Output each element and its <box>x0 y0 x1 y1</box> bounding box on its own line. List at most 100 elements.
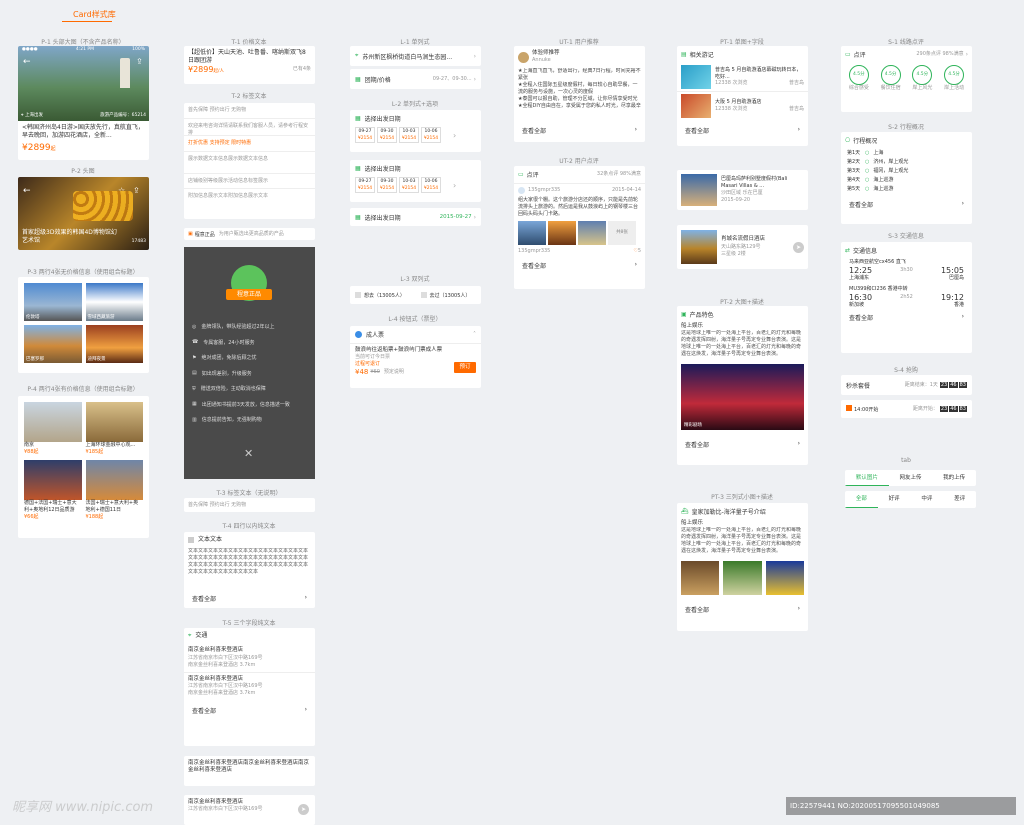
ut1-more[interactable]: 查看全部 › <box>514 120 645 141</box>
pt1b-date: 三星级 2楼 <box>721 250 746 257</box>
t5-more[interactable]: 查看全部 › <box>184 700 315 721</box>
s2-day-num: 第2天 <box>847 159 861 165</box>
share-icon[interactable]: ⇪ <box>136 57 143 66</box>
s2-day-place: 上海 <box>873 150 884 156</box>
l1-location[interactable]: ⌖ 苏州新区枫桥街道白马涧生态园... › <box>350 46 481 66</box>
l2-date-select[interactable]: ▦ 选择出发日期 2015-09-27 › <box>350 208 481 226</box>
l3-want[interactable]: 想去（13005人） <box>350 292 416 299</box>
date-chip[interactable]: 10-06 ¥2154 <box>421 127 441 143</box>
s2-more[interactable]: 查看全部 › <box>841 194 972 215</box>
tab-good[interactable]: 好评 <box>878 491 911 508</box>
card-p2[interactable]: ← ☆ ⇪ 首家超级3D效果的韩国4D博物馆幻艺术馆 17483 <box>18 177 149 250</box>
date-chip[interactable]: 09-27 ¥2154 <box>355 177 375 193</box>
l4-head[interactable]: 成人票 ˄ <box>350 326 481 344</box>
label-tab: tab <box>901 457 911 464</box>
card-t3: 首先保障 预约出行 无购物 <box>184 498 315 512</box>
s4-flash-b[interactable]: 14:00开始 距离开始： 23 46 83 <box>841 400 972 418</box>
pt1-more[interactable]: 查看全部 › <box>677 120 808 141</box>
p4-item[interactable]: 南京 ¥88起 <box>24 402 82 456</box>
t4-more[interactable]: 查看全部 › <box>184 588 315 608</box>
p4-grid: 南京 ¥88起 上海环球金融中心观... ¥185起 德国+法国+瑞士+意大利+奥地… <box>24 402 143 521</box>
p4-item[interactable]: 上海环球金融中心观... ¥185起 <box>85 402 143 456</box>
tab-neutral[interactable]: 中评 <box>911 491 944 508</box>
tab-bad[interactable]: 差评 <box>943 491 976 508</box>
flight-type: 直飞 <box>895 259 906 265</box>
chevron-right-icon[interactable]: › <box>453 131 456 140</box>
t5-item[interactable]: 南京金丝利喜来登酒店 江苏省南京市白下区汉中路169号 南京金丝利喜来登酒店 3… <box>184 673 315 700</box>
more-text: 查看全部 <box>685 607 710 615</box>
s2-days: 第1天 ○ 上海 第2天 ○ 济州，岸上观光 第3天 ○ 福冈，岸上观光 第4天 ○ 海上巡游 … <box>841 149 972 194</box>
t5-item[interactable]: 南京金丝利喜来登酒店 江苏省南京市白下区汉中路169号 南京金丝利喜来登酒店 3… <box>184 644 315 673</box>
back-arrow-icon[interactable]: ← <box>23 186 31 196</box>
book-button[interactable]: 预订 <box>454 362 476 373</box>
t2-row[interactable]: 打折优惠 支持预定 限时特惠 <box>184 136 315 152</box>
card-t6[interactable]: 南京金丝利喜来登酒店南京金丝利喜来登酒店南京金丝利喜来登酒店 <box>184 756 315 786</box>
date-chip[interactable]: 09-27 ¥2154 <box>355 127 375 143</box>
tab-user-upload[interactable]: 网友上传 <box>889 470 933 486</box>
card-p1[interactable]: ●●●● 4:21 PM 100% ← ☆ ⇪ ⌖ 上海出发 旅游产品编号：65… <box>18 46 149 160</box>
pt3-thumb[interactable] <box>723 561 762 596</box>
s2-day: 第3天 ○ 福冈，岸上观光 <box>847 167 966 176</box>
l3-been[interactable]: 去过（13005人） <box>416 292 482 299</box>
pt3-more[interactable]: 查看全部 › <box>677 599 808 620</box>
avatar[interactable] <box>518 51 529 63</box>
p4-item[interactable]: 法国+瑞士+意大利+奥地利+德国11日 ¥188起 <box>85 460 143 521</box>
tab-default[interactable]: 默认图片 <box>845 470 889 486</box>
date-chip[interactable]: 10-06 ¥2154 <box>421 177 441 193</box>
watermark-right: ID:22579441 NO:20200517095501049085 <box>786 797 1016 815</box>
tab-my-upload[interactable]: 我的上传 <box>932 470 976 486</box>
date-chip[interactable]: 10-03 ¥2154 <box>399 127 419 143</box>
ut2-more-photos[interactable]: 共8张 <box>608 221 636 245</box>
date-chip[interactable]: 09-30 ¥2154 <box>377 177 397 193</box>
p4-item[interactable]: 德国+法国+瑞士+意大利+奥地利12日品质游 ¥66起 <box>24 460 82 521</box>
t2-row[interactable]: 附加信息展示文本附加信息展示文本 <box>184 189 315 204</box>
ut2-photo[interactable] <box>548 221 576 245</box>
pt3-thumb[interactable] <box>681 561 720 596</box>
pt1b-item[interactable]: 肖城名流假日酒店 天山路东路129号 三星级 2楼 ➤ <box>677 225 808 269</box>
card-t1[interactable]: 【超低价】天山天池、吐鲁番、喀纳斯双飞8日跟团游 ¥2899起/人 已有4条 <box>184 46 315 84</box>
card-t7[interactable]: 南京金丝利喜来登酒店 江苏省南京市白下区汉中路169号 ➤ <box>184 795 315 825</box>
pt3-thumb[interactable] <box>765 561 804 596</box>
share-icon[interactable]: ⇪ <box>133 186 140 195</box>
p3-image[interactable]: 迪拜夜景 <box>85 325 143 363</box>
ut2-more[interactable]: 查看全部 › <box>514 255 645 276</box>
p3-image[interactable]: 伦敦塔 <box>24 283 82 321</box>
guarantee-bar[interactable]: ▣ 程意正品 为用户甄选出更高品质的产品 <box>184 228 315 240</box>
pt1b-item[interactable]: 巴厘岛玛萨利别墅度假村(Bali Masari Villas & ... 沙田区域… <box>677 170 808 210</box>
date-chip[interactable]: 10-03 ¥2154 <box>399 177 419 193</box>
pt2-image[interactable]: 精彩剧场 <box>681 364 804 431</box>
pt2-more[interactable]: 查看全部 › <box>677 434 808 455</box>
s3-more[interactable]: 查看全部 › <box>841 309 972 328</box>
tab-all[interactable]: 全部 <box>845 491 878 508</box>
t2-row[interactable]: 欢迎来电咨询详情请联系我们客服人员，请参考行程安排 <box>184 119 315 136</box>
p4-name: 南京 <box>24 442 35 448</box>
navigate-icon[interactable]: ➤ <box>793 241 804 253</box>
t1-link[interactable]: 已有4条 <box>293 66 311 73</box>
back-arrow-icon[interactable]: ← <box>23 57 31 67</box>
close-icon[interactable]: ✕ <box>244 447 253 460</box>
s3-flight[interactable]: 马来西亚航空cx456 直飞 12:25 3h30 15:05 上海浦东 巴厘岛 <box>841 259 972 282</box>
chevron-right-icon[interactable]: › <box>453 181 456 190</box>
pt1-item[interactable]: 大阪 5 月自助游酒店 12338 次浏览 普吉岛 <box>677 92 808 120</box>
s3-flight[interactable]: MU399和CI236 香港中转 16:30 2h52 19:12 新加坡 香港 <box>841 282 972 309</box>
l1-group[interactable]: ▦ 团期/价格 09-27、09-30... › <box>350 69 481 89</box>
p3-image[interactable]: 雪域西藏旅游 <box>85 283 143 321</box>
ut2-photo[interactable] <box>578 221 606 245</box>
t2-row[interactable]: 首先保障 预约出行 无购物 <box>184 103 315 119</box>
avatar[interactable] <box>518 187 525 194</box>
navigate-icon[interactable]: ➤ <box>298 804 309 815</box>
s4-flash-a[interactable]: 秒杀套餐 距离结束：1天 23 46 83 <box>841 375 972 395</box>
t2-row[interactable]: 展示数据文本信息展示数据文本信息 <box>184 152 315 174</box>
date-chip[interactable]: 09-30 ¥2154 <box>377 127 397 143</box>
timer-box: 23 <box>939 382 949 388</box>
dep-time: 12:25 <box>849 266 873 275</box>
l1-group-label: 团期/价格 <box>364 76 391 84</box>
l4-note[interactable]: 预定说明 <box>384 369 404 376</box>
p3-image[interactable]: 巴塞罗那 <box>24 325 82 363</box>
t2-row[interactable]: 店铺级别等级展示活动信息标签展示 <box>184 174 315 189</box>
label-pt2: PT-2 大图+描述 <box>720 299 764 306</box>
pt1-item[interactable]: 普吉岛 5 月自助游酒店幕磁玩转日本，吃好... 12338 次浏览 普吉岛 <box>677 63 808 92</box>
arr-time: 15:05 <box>940 266 964 275</box>
ut2-photo[interactable] <box>518 221 546 245</box>
ut2-foot-user: 135gmpr335 <box>518 248 551 254</box>
